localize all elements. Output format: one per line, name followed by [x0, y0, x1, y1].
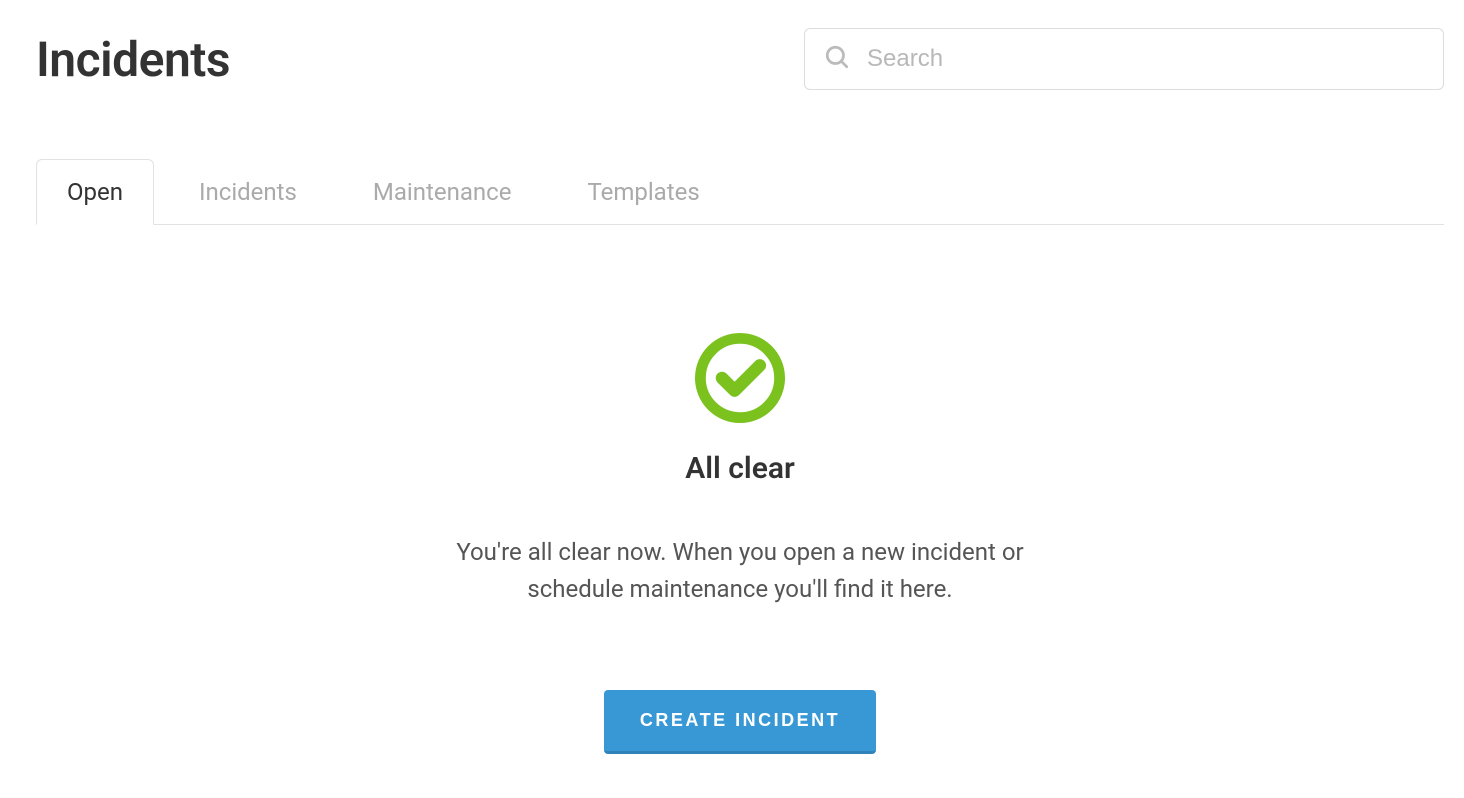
- search-input[interactable]: [804, 28, 1444, 90]
- tab-templates[interactable]: Templates: [556, 159, 730, 225]
- empty-state-title: All clear: [685, 451, 795, 486]
- page-header: Incidents: [36, 0, 1444, 110]
- create-incident-button[interactable]: CREATE INCIDENT: [604, 690, 876, 754]
- tabs: Open Incidents Maintenance Templates: [36, 158, 1444, 225]
- tab-open[interactable]: Open: [36, 159, 154, 225]
- empty-state-message: You're all clear now. When you open a ne…: [420, 534, 1060, 608]
- check-circle-icon: [695, 333, 785, 427]
- tab-maintenance[interactable]: Maintenance: [342, 159, 543, 225]
- search-wrapper: [804, 28, 1444, 90]
- empty-state: All clear You're all clear now. When you…: [36, 225, 1444, 754]
- tab-incidents[interactable]: Incidents: [168, 159, 328, 225]
- page-title: Incidents: [36, 31, 230, 88]
